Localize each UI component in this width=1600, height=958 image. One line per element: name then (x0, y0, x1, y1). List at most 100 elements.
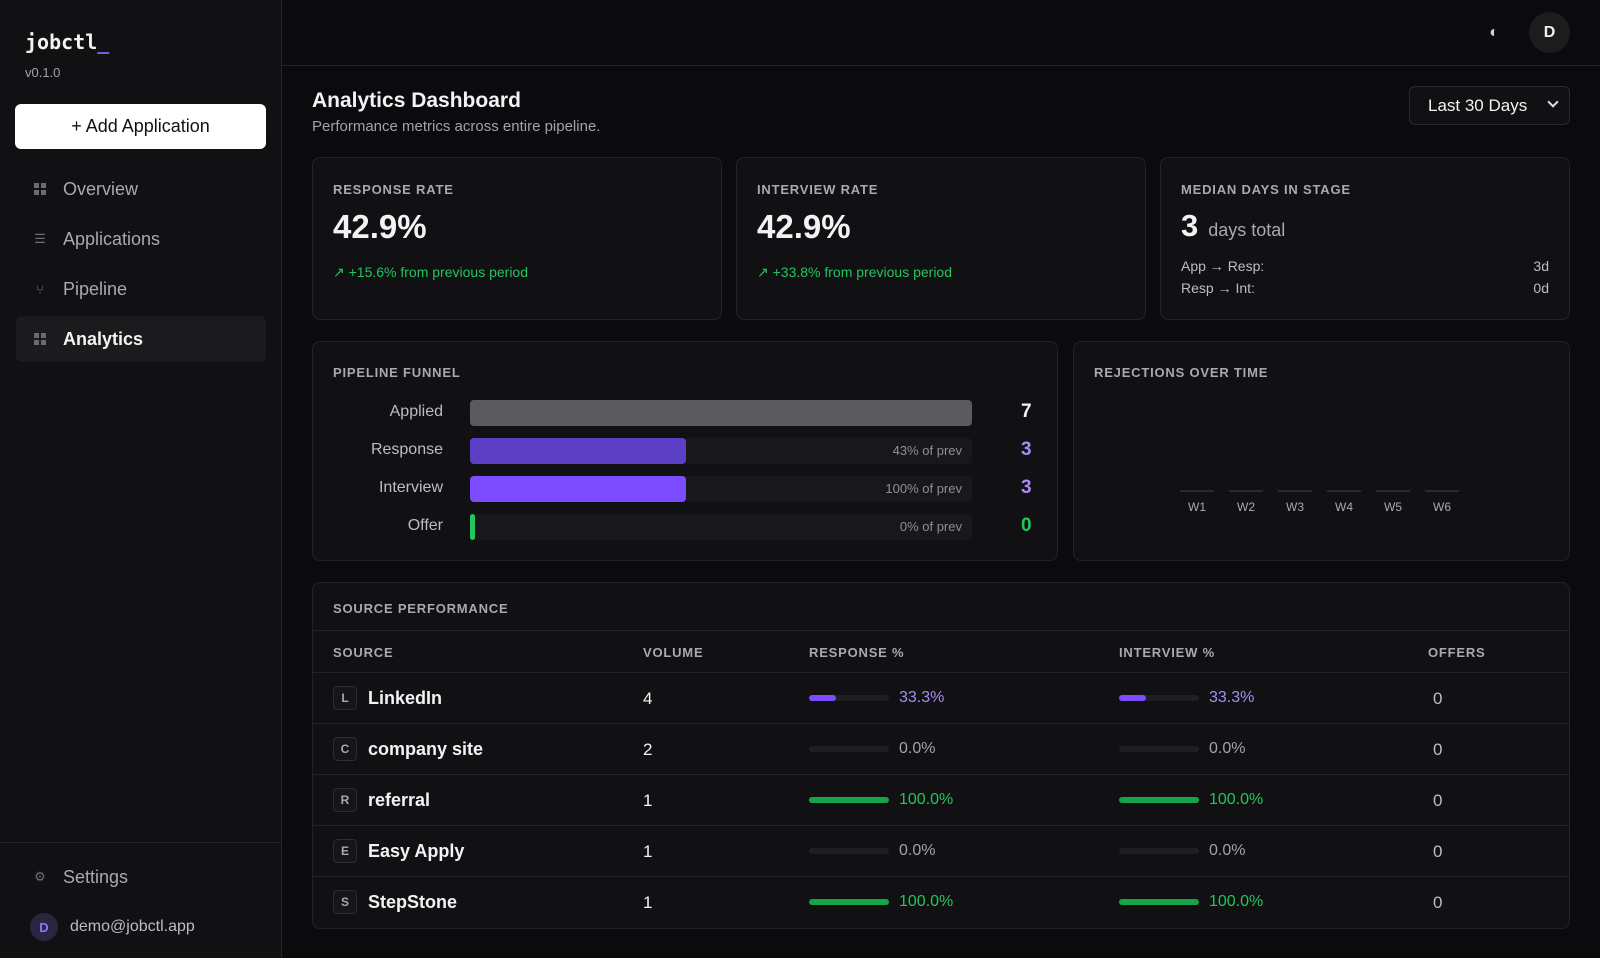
add-application-button[interactable]: + Add Application (15, 104, 266, 149)
page-subtitle: Performance metrics across entire pipeli… (312, 118, 601, 135)
median-days-card: Median Days in Stage 3 days total App → … (1160, 157, 1570, 320)
source-badge: C (333, 737, 357, 761)
median-days-unit: days total (1208, 220, 1286, 240)
table-divider (313, 630, 1569, 631)
interview-bar-track (1119, 899, 1199, 905)
median-row-value: 3d (1533, 258, 1549, 274)
response-percent: 33.3% (899, 689, 945, 706)
avatar[interactable]: D (1529, 12, 1570, 53)
rejection-bar (1229, 490, 1263, 492)
funnel-row: Offer 0% of prev 0 (313, 514, 1043, 540)
source-badge: R (333, 788, 357, 812)
top-bar (282, 0, 1600, 66)
median-row-label: App → Resp: (1181, 258, 1265, 274)
source-name: referral (368, 790, 431, 810)
source-offers: 0 (1433, 791, 1443, 810)
rejection-bar (1278, 490, 1312, 492)
interview-percent: 100.0% (1209, 791, 1264, 808)
source-badge: S (333, 890, 357, 914)
pipeline-funnel-card: Pipeline Funnel Applied 7 Response 43% of p… (312, 341, 1058, 561)
funnel-bar (470, 400, 972, 426)
card-label: Median Days in Stage (1181, 182, 1351, 197)
card-label: Rejections Over Time (1094, 365, 1269, 380)
sidebar-item-overview[interactable]: Overview (16, 166, 266, 212)
sidebar-item-applications[interactable]: ☰ Applications (16, 216, 266, 262)
column-header-interview: Interview % (1119, 645, 1215, 660)
interview-bar (1119, 899, 1199, 905)
funnel-count: 3 (1021, 477, 1032, 498)
table-row[interactable]: L LinkedIn 4 33.3% 33.3% 0 (313, 672, 1569, 723)
funnel-bar-track: 43% of prev (470, 438, 972, 464)
card-label: Pipeline Funnel (333, 365, 461, 380)
card-label: Source Performance (333, 601, 509, 616)
funnel-count: 7 (1021, 401, 1032, 422)
card-label: Interview Rate (757, 182, 879, 197)
sidebar-item-label: Analytics (63, 328, 144, 349)
table-row[interactable]: Ccompany site 2 0.0% 0.0% 0 (313, 723, 1569, 774)
response-percent: 100.0% (899, 893, 954, 910)
funnel-bar (470, 438, 686, 464)
interview-rate-card: Interview Rate 42.9% ↗ +33.8% from previ… (736, 157, 1146, 320)
source-performance-card: Source Performance Source Volume Respons… (312, 582, 1570, 929)
interview-bar (1119, 797, 1199, 803)
response-rate-card: Response Rate 42.9% ↗ +15.6% from previo… (312, 157, 722, 320)
response-bar-track (809, 695, 889, 701)
week-label: W5 (1384, 500, 1402, 514)
response-rate-delta: ↗ +15.6% from previous period (333, 264, 528, 280)
sidebar-item-pipeline[interactable]: ⑂ Pipeline (16, 266, 266, 312)
median-days-value: 3 (1181, 208, 1199, 243)
funnel-row: Interview 100% of prev 3 (313, 476, 1043, 502)
interview-bar (1119, 695, 1146, 701)
source-name: LinkedIn (368, 688, 443, 708)
source-offers: 0 (1433, 689, 1443, 708)
source-volume: 4 (643, 689, 653, 708)
column-header-offers: Offers (1428, 645, 1486, 660)
sidebar: jobctl_ v0.1.0 + Add Application Overvie… (0, 0, 282, 958)
app-logo[interactable]: jobctl_ (25, 30, 109, 54)
response-bar-track (809, 797, 889, 803)
table-row[interactable]: E Easy Apply 1 0.0% 0.0% 0 (313, 825, 1569, 876)
funnel-row: Applied 7 (313, 400, 1043, 426)
source-volume: 1 (643, 893, 653, 912)
funnel-bar-track: 100% of prev (470, 476, 972, 502)
rejections-card: Rejections Over Time W1 W2 W3 W4 W5 W6 (1073, 341, 1570, 561)
source-name: StepStone (368, 892, 458, 912)
funnel-count: 0 (1021, 515, 1032, 536)
user-avatar: D (30, 913, 58, 941)
table-row[interactable]: S StepStone 1 100.0% 100.0% 0 (313, 876, 1569, 927)
median-row-label: Resp → Int: (1181, 280, 1255, 296)
period-select-value: Last 30 Days (1428, 95, 1528, 115)
interview-bar-track (1119, 746, 1199, 752)
response-rate-value: 42.9% (333, 208, 427, 245)
sidebar-item-analytics[interactable]: Analytics (16, 316, 266, 362)
response-bar-track (809, 899, 889, 905)
source-offers: 0 (1433, 893, 1443, 912)
rejection-bar (1376, 490, 1410, 492)
grid-icon (33, 182, 47, 196)
source-badge: L (333, 686, 357, 710)
response-percent: 0.0% (899, 740, 936, 757)
column-header-source: Source (333, 645, 394, 660)
user-account[interactable]: D demo@jobctl.app (30, 913, 195, 941)
user-email: demo@jobctl.app (70, 918, 195, 935)
column-header-response: Response % (809, 645, 905, 660)
response-bar (809, 695, 836, 701)
sidebar-item-settings[interactable]: ⚙ Settings (16, 856, 266, 898)
response-percent: 0.0% (899, 842, 936, 859)
source-name: company site (368, 739, 484, 759)
source-volume: 2 (643, 740, 653, 759)
contrast-icon[interactable]: ◐ (1483, 22, 1505, 44)
funnel-prev-percent: 43% of prev (892, 443, 962, 458)
source-volume: 1 (643, 842, 653, 861)
table-row[interactable]: Rreferral 1 100.0% 100.0% 0 (313, 774, 1569, 825)
week-label: W2 (1237, 500, 1255, 514)
app-name: jobctl (25, 30, 98, 54)
response-percent: 100.0% (899, 791, 954, 808)
period-select[interactable]: Last 30 Days (1409, 86, 1570, 125)
sidebar-divider (0, 842, 282, 843)
week-label: W3 (1286, 500, 1304, 514)
source-name: Easy Apply (368, 841, 465, 861)
funnel-count: 3 (1021, 439, 1032, 460)
rejection-bar (1425, 490, 1459, 492)
card-label: Response Rate (333, 182, 454, 197)
